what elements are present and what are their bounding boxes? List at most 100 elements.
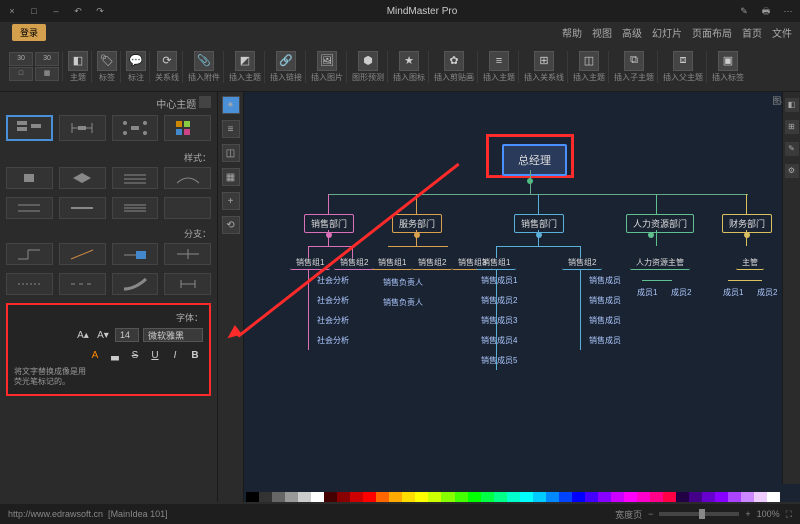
color-swatch[interactable] [728,492,741,502]
ribbon-item-3[interactable]: ⟳关系线 [152,51,183,83]
font-color-icon[interactable]: A [87,347,103,363]
vtool-text-icon[interactable]: ≡ [222,120,240,138]
color-swatch[interactable] [246,492,259,502]
color-swatch[interactable] [415,492,428,502]
highlight-icon[interactable]: ▃ [107,347,123,363]
color-swatch[interactable] [259,492,272,502]
style-5[interactable] [6,197,53,219]
style-4[interactable] [164,167,211,189]
color-swatch[interactable] [468,492,481,502]
qa-print-icon[interactable]: 🖶 [758,4,774,18]
vtool-shape-icon[interactable]: ◫ [222,144,240,162]
branch-dot-4[interactable] [744,232,750,238]
style-1[interactable] [6,167,53,189]
color-swatch[interactable] [533,492,546,502]
node-b1-1[interactable]: 销售负责人 [378,276,428,289]
menu-view[interactable]: 视图 [592,25,612,40]
ribbon-item-16[interactable]: ▣插入标签 [709,51,747,83]
rrail-btn-2[interactable]: ⊞ [785,120,799,134]
color-swatch[interactable] [376,492,389,502]
font-name-input[interactable] [143,328,203,342]
node-a1-1[interactable]: 社会分析 [312,274,354,287]
ribbon-item-8[interactable]: ⬢图形预测 [349,51,388,83]
color-swatch[interactable] [272,492,285,502]
zoom-out-icon[interactable]: − [648,509,653,519]
branch-dot-2[interactable] [536,232,542,238]
branch-node-1[interactable]: 服务部门 [392,214,442,233]
node-a1-3[interactable]: 社会分析 [312,314,354,327]
color-swatch[interactable] [559,492,572,502]
ribbon-item-15[interactable]: ⧈插入父主题 [660,51,707,83]
node-fin-s2[interactable]: 成员2 [752,286,782,299]
branch-node-4[interactable]: 财务部门 [722,214,772,233]
style-2[interactable] [59,167,106,189]
fit-icon[interactable]: ⛶ [786,509,792,520]
ribbon-item-10[interactable]: ✿插入剪贴画 [431,51,478,83]
node-c1-5[interactable]: 销售成员5 [476,354,522,367]
branch-5[interactable] [6,273,53,295]
branch-dot-0[interactable] [326,232,332,238]
color-swatch[interactable] [363,492,376,502]
ribbon-item-4[interactable]: 📎插入附件 [185,51,224,83]
color-swatch[interactable] [494,492,507,502]
branch-node-2[interactable]: 销售部门 [514,214,564,233]
color-swatch[interactable] [715,492,728,502]
layout-shape-3[interactable] [112,115,159,141]
paste-opt-1[interactable]: 30 [9,52,33,66]
color-swatch[interactable] [546,492,559,502]
color-swatch[interactable] [402,492,415,502]
vtool-image-icon[interactable]: ▦ [222,168,240,186]
color-swatch[interactable] [298,492,311,502]
ribbon-item-1[interactable]: 🏷标签 [94,51,121,83]
vtool-cursor-icon[interactable]: ✴ [222,96,240,114]
branch-6[interactable] [59,273,106,295]
node-c1-2[interactable]: 销售成员2 [476,294,522,307]
ribbon-item-9[interactable]: ★插入图标 [390,51,429,83]
branch-7[interactable] [112,273,159,295]
paste-opt-3[interactable]: □ [9,67,33,81]
mindmap-canvas[interactable]: 总经理 销售部门服务部门销售部门人力资源部门财务部门 销售组1 销售组2 社会分… [248,108,782,498]
node-hr-s2[interactable]: 成员2 [666,286,696,299]
paste-opt-2[interactable]: 30 [35,52,59,66]
ribbon-item-12[interactable]: ⊞插入关系线 [521,51,568,83]
color-swatch[interactable] [702,492,715,502]
color-swatch[interactable] [663,492,676,502]
color-swatch[interactable] [598,492,611,502]
color-swatch[interactable] [324,492,337,502]
window-maximize-icon[interactable]: □ [26,4,42,18]
color-swatch[interactable] [689,492,702,502]
vtool-add-icon[interactable]: + [222,192,240,210]
menu-file[interactable]: 文件 [772,25,792,40]
branch-dot-1[interactable] [414,232,420,238]
rrail-btn-4[interactable]: ⚙ [785,164,799,178]
window-close-icon[interactable]: × [4,4,20,18]
color-swatch[interactable] [441,492,454,502]
color-swatch[interactable] [311,492,324,502]
style-6[interactable] [59,197,106,219]
branch-2[interactable] [59,243,106,265]
color-swatch[interactable] [650,492,663,502]
node-c2-1[interactable]: 销售成员 [584,274,626,287]
node-fin-s1[interactable]: 成员1 [718,286,748,299]
zoom-in-icon[interactable]: + [745,509,750,519]
node-c-1[interactable]: 销售组1 [476,256,516,270]
ribbon-item-0[interactable]: ◧主题 [65,51,92,83]
ribbon-item-5[interactable]: ◩插入主题 [226,51,265,83]
node-a1-4[interactable]: 社会分析 [312,334,354,347]
node-c2-2[interactable]: 销售成员 [584,294,626,307]
vtool-link-icon[interactable]: ⟲ [222,216,240,234]
branch-node-3[interactable]: 人力资源部门 [626,214,694,233]
strike-icon[interactable]: S [127,347,143,363]
qa-edit-icon[interactable]: ✎ [736,4,752,18]
node-c1-4[interactable]: 销售成员4 [476,334,522,347]
ribbon-item-14[interactable]: ⧉插入子主题 [611,51,658,83]
color-palette[interactable] [246,492,780,502]
color-swatch[interactable] [676,492,689,502]
color-swatch[interactable] [767,492,780,502]
color-swatch[interactable] [337,492,350,502]
branch-1[interactable] [6,243,53,265]
pencil-icon[interactable] [199,96,211,108]
color-swatch[interactable] [481,492,494,502]
node-c2-3[interactable]: 销售成员 [584,314,626,327]
node-fin-1[interactable]: 主管 [736,256,764,270]
